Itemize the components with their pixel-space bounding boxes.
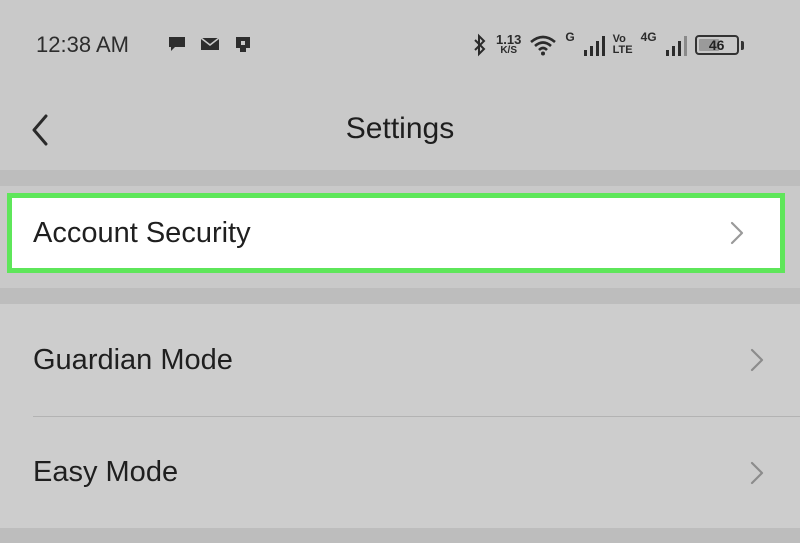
- signal-2-label: 4G: [640, 30, 657, 44]
- network-speed: 1.13 K/S: [496, 32, 522, 56]
- network-speed-unit: K/S: [500, 45, 517, 56]
- status-bar: 12:38 AM 1.13 K/S G Vo LTE 4G 46: [0, 0, 800, 92]
- settings-item-label: Account Security: [33, 216, 251, 249]
- chevron-right-icon: [750, 348, 764, 372]
- settings-item-account-security[interactable]: Account Security: [7, 193, 785, 273]
- signal-1-label: G: [565, 30, 575, 44]
- signal-2-icon: [665, 36, 687, 56]
- chevron-right-icon: [730, 221, 744, 245]
- notification-icons: [166, 34, 254, 54]
- bluetooth-icon: [474, 33, 486, 57]
- section-divider: [0, 288, 800, 304]
- battery-icon: 46: [694, 35, 739, 55]
- network-speed-value: 1.13: [496, 32, 522, 47]
- settings-item-label: Easy Mode: [33, 456, 179, 488]
- chat-bubble-icon: [169, 37, 185, 51]
- section-divider: [0, 170, 800, 186]
- settings-item-easy-mode[interactable]: Easy Mode: [0, 417, 800, 528]
- section-divider: [0, 528, 800, 543]
- sim-card-icon: [236, 37, 250, 52]
- settings-item-label: Guardian Mode: [33, 343, 233, 376]
- battery-tip: [740, 40, 744, 50]
- chevron-right-icon: [750, 461, 764, 484]
- signal-1-icon: [583, 36, 605, 56]
- mail-icon: [200, 37, 220, 50]
- status-time: 12:38 AM: [36, 32, 129, 57]
- system-icons: 1.13 K/S G Vo LTE 4G 46: [472, 28, 744, 62]
- battery-level: 46: [708, 37, 725, 53]
- wifi-icon: [530, 35, 557, 56]
- page-title: Settings: [345, 112, 455, 145]
- volte-indicator: Vo LTE: [613, 34, 633, 56]
- volte-bottom: LTE: [612, 44, 633, 56]
- app-header: Settings: [0, 92, 800, 170]
- settings-item-guardian-mode[interactable]: Guardian Mode: [0, 304, 800, 416]
